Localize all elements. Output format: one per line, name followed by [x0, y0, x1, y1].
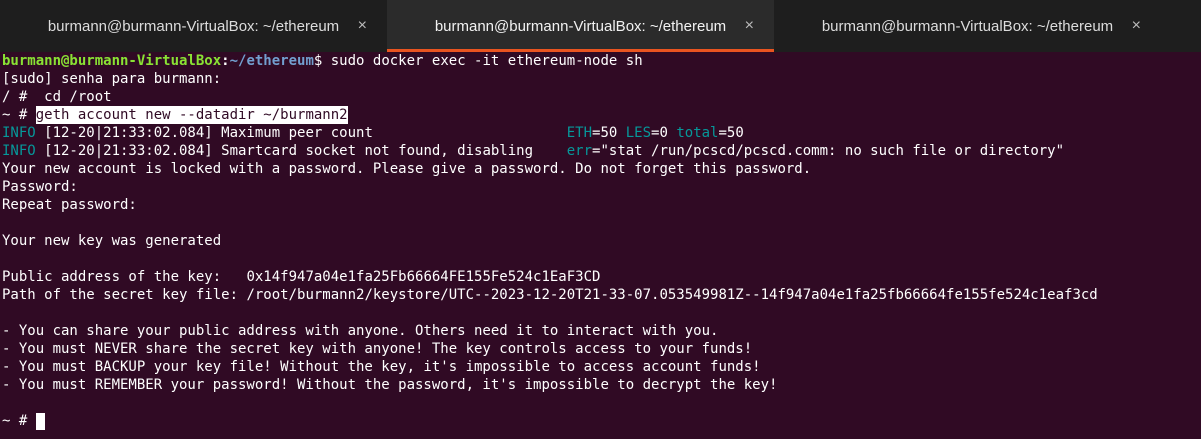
prompt-line: burmann@burmann-VirtualBox: ~/ethereum $ s…: [2, 52, 1201, 70]
log-key: LES: [625, 125, 652, 141]
tab-terminal-1[interactable]: burmann@burmann-VirtualBox: ~/ethereum ×: [0, 0, 387, 52]
output-line: Public address of the key: 0x14f947a04e1…: [2, 268, 1201, 286]
sudo-prompt: [sudo] senha para burmann:: [2, 71, 222, 87]
tab-bar: burmann@burmann-VirtualBox: ~/ethereum ×…: [0, 0, 1201, 52]
output-line: Password:: [2, 178, 1201, 196]
log-key: err: [566, 143, 593, 159]
prompt-path: ~/ethereum: [229, 53, 314, 69]
note-text: - You must NEVER share the secret key wi…: [2, 341, 753, 357]
note-line: - You must BACKUP your key file! Without…: [2, 358, 1201, 376]
log-key: ETH: [566, 125, 593, 141]
log-value: =50: [718, 125, 744, 141]
output-line: Repeat password:: [2, 196, 1201, 214]
output-line: ~ # geth account new --datadir ~/burmann…: [2, 106, 1201, 124]
note-line: - You can share your public address with…: [2, 322, 1201, 340]
prompt-symbol: $: [313, 53, 323, 69]
public-address-value: 0x14f947a04e1fa25Fb66664FE155Fe524c1EaF3…: [246, 269, 601, 285]
secret-path-value: /root/burmann2/keystore/UTC--2023-12-20T…: [246, 287, 1098, 303]
log-message: [12-20|21:33:02.084] Maximum peer count: [35, 125, 567, 141]
tab-title: burmann@burmann-VirtualBox: ~/ethereum: [821, 17, 1114, 35]
output-line: Your new account is locked with a passwo…: [2, 160, 1201, 178]
text-cursor: [35, 412, 45, 430]
repeat-password-prompt: Repeat password:: [2, 197, 137, 213]
locked-message: Your new account is locked with a passwo…: [2, 161, 812, 177]
log-value: =0: [651, 125, 677, 141]
tab-terminal-2[interactable]: burmann@burmann-VirtualBox: ~/ethereum ×: [387, 0, 774, 52]
prompt-user-host: burmann@burmann-VirtualBox: [2, 53, 222, 69]
note-line: - You must REMEMBER your password! Witho…: [2, 376, 1201, 394]
log-level: INFO: [2, 125, 36, 141]
close-icon[interactable]: ×: [1132, 17, 1141, 35]
output-line: / # cd /root: [2, 88, 1201, 106]
output-line: Path of the secret key file: /root/burma…: [2, 286, 1201, 304]
shell-prompt: / #: [2, 89, 36, 105]
shell-prompt: ~ #: [2, 107, 36, 123]
note-text: - You must REMEMBER your password! Witho…: [2, 377, 778, 393]
password-prompt: Password:: [2, 179, 78, 195]
log-line: INFO [12-20|21:33:02.084] Maximum peer c…: [2, 124, 1201, 142]
close-icon[interactable]: ×: [358, 17, 367, 35]
log-value: =50: [592, 125, 626, 141]
selected-command-text[interactable]: geth account new --datadir ~/burmann2: [35, 106, 348, 124]
command-text: sudo docker exec -it ethereum-node sh: [322, 53, 643, 69]
log-message: [12-20|21:33:02.084] Smartcard socket no…: [35, 143, 567, 159]
log-value: ="stat /run/pcscd/pcscd.comm: no such fi…: [592, 143, 1065, 159]
output-line: [sudo] senha para burmann:: [2, 70, 1201, 88]
output-line: Your new key was generated: [2, 232, 1201, 250]
command-text: cd /root: [35, 89, 112, 105]
note-line: - You must NEVER share the secret key wi…: [2, 340, 1201, 358]
log-line: INFO [12-20|21:33:02.084] Smartcard sock…: [2, 142, 1201, 160]
note-text: - You must BACKUP your key file! Without…: [2, 359, 761, 375]
close-icon[interactable]: ×: [745, 17, 754, 35]
prompt-separator: :: [221, 53, 230, 69]
log-key: total: [676, 125, 719, 141]
log-level: INFO: [2, 143, 36, 159]
public-address-label: Public address of the key:: [2, 269, 247, 285]
tab-title: burmann@burmann-VirtualBox: ~/ethereum: [47, 17, 340, 35]
shell-prompt: ~ #: [2, 413, 36, 429]
note-text: - You can share your public address with…: [2, 323, 719, 339]
tab-terminal-3[interactable]: burmann@burmann-VirtualBox: ~/ethereum ×: [774, 0, 1161, 52]
current-prompt-line[interactable]: ~ #: [2, 412, 1201, 430]
terminal-output[interactable]: burmann@burmann-VirtualBox: ~/ethereum $ s…: [0, 52, 1201, 439]
secret-path-label: Path of the secret key file:: [2, 287, 247, 303]
key-generated-message: Your new key was generated: [2, 233, 222, 249]
tab-bar-filler: [1161, 0, 1201, 52]
tab-title: burmann@burmann-VirtualBox: ~/ethereum: [434, 17, 727, 35]
